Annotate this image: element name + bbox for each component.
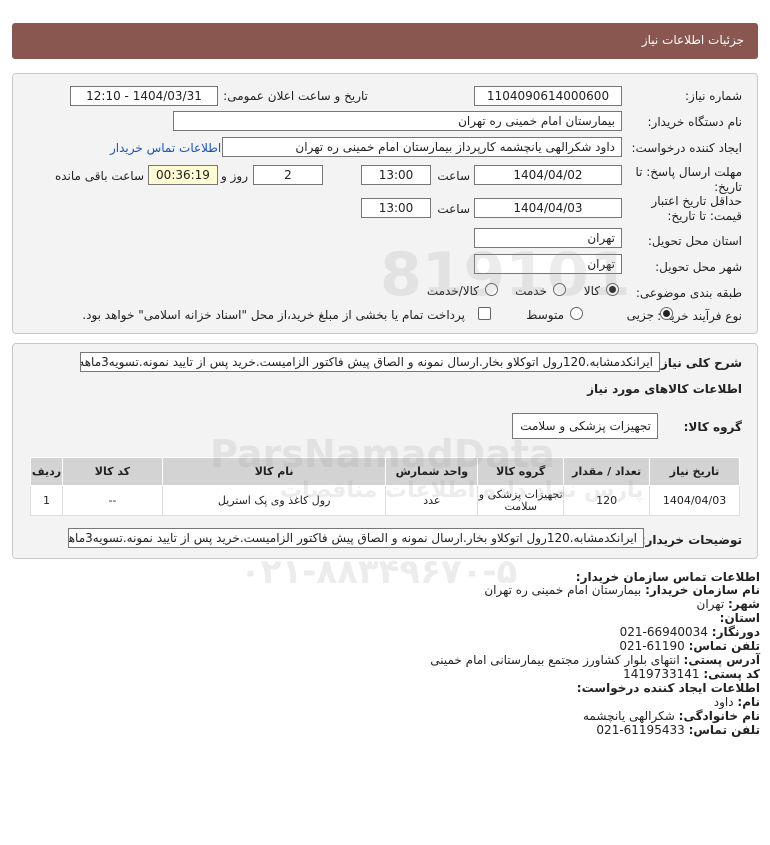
creator-family: نام خانوادگی: شکرالهی یانچشمه [583,709,760,723]
province-label: استان محل تحویل: [647,234,742,248]
announce-label: تاریخ و ساعت اعلان عمومی: [223,89,368,103]
buyer-label: نام دستگاه خریدار: [647,115,743,129]
buyer-field: بیمارستان امام خمینی ره تهران [173,111,622,131]
category-label: طبقه بندی موضوعی: [635,286,742,300]
deadline-time-field: 13:00 [361,165,431,185]
validity-label-1: حداقل تاریخ اعتبار [651,194,742,208]
deadline-date-field: 1404/04/02 [474,165,622,185]
city-label: شهر محل تحویل: [655,260,742,274]
cell-group: تجهیزات پزشکی و سلامت [477,485,565,516]
goods-panel [12,343,758,559]
category-service-radio[interactable] [553,283,566,296]
description-field: ایرانکدمشابه.120رول اتوکلاو بخار.ارسال ن… [80,352,660,372]
goods-section-title: اطلاعات کالاهای مورد نیاز [587,382,742,396]
category-service-label: خدمت [515,284,547,298]
need-number-field: 1104090614000600 [474,86,622,106]
deadline-label-1: مهلت ارسال پاسخ: تا [635,165,742,179]
deadline-time-label: ساعت [437,169,470,183]
buyer-contact-link[interactable]: اطلاعات تماس خریدار [110,141,221,155]
goods-table: تاریخ نیاز تعداد / مقدار گروه کالا واحد … [29,457,740,516]
contact-address: آدرس پستی: انتهای بلوار کشاورز مجتمع بیم… [430,653,760,667]
col-name: نام کالا [161,457,387,486]
col-unit: واحد شمارش [385,457,479,486]
validity-time-label: ساعت [437,202,470,216]
col-code: کد کالا [62,457,163,486]
validity-date-field: 1404/04/03 [474,198,622,218]
creator-phone: تلفن تماس: 021-61195433 [596,723,760,737]
cell-code: -- [62,485,163,516]
contact-province: استان: [719,611,760,625]
page-header: جزئیات اطلاعات نیاز [12,23,758,59]
cell-unit: عدد [385,485,479,516]
days-label: روز و [221,169,248,183]
deadline-label-2: تاریخ: [714,180,742,194]
process-medium-label: متوسط [526,308,564,322]
category-both-label: کالا/خدمت [426,284,479,298]
contact-org: نام سازمان خریدار: بیمارستان امام خمینی … [484,583,760,597]
contact-postal: کد پستی: 1419733141 [623,667,760,681]
contact-city: شهر: تهران [696,597,760,611]
category-goods-label: کالا [583,284,600,298]
description-label: شرح کلی نیاز: [656,356,742,370]
goods-table-header: تاریخ نیاز تعداد / مقدار گروه کالا واحد … [29,457,740,486]
col-qty: تعداد / مقدار [563,457,651,486]
goods-group-field: تجهیزات پزشکی و سلامت [512,413,658,439]
validity-label-2: قیمت: تا تاریخ: [667,209,742,223]
col-date: تاریخ نیاز [649,457,740,486]
creator-name: نام: داود [713,695,760,709]
cell-date: 1404/04/03 [649,485,740,516]
category-both-radio[interactable] [485,283,498,296]
process-minor-radio[interactable] [660,307,673,320]
contact-phone: تلفن تماس: 021-61190 [619,639,760,653]
page-title: جزئیات اطلاعات نیاز [641,33,744,47]
buyer-notes-label: توضیحات خریدار: [640,533,742,547]
remaining-time-field: 00:36:19 [148,165,218,185]
table-row: 1404/04/03 120 تجهیزات پزشکی و سلامت عدد… [29,485,740,516]
contact-fax: دورنگار: 021-66940034 [619,625,760,639]
requester-label: ایجاد کننده درخواست: [631,141,742,155]
col-group: گروه کالا [477,457,565,486]
col-row: ردیف [29,457,64,486]
buyer-notes-field: ایرانکدمشابه.120رول اتوکلاو بخار.ارسال ن… [68,528,644,548]
days-field: 2 [253,165,323,185]
cell-qty: 120 [563,485,651,516]
goods-group-label: گروه کالا: [683,420,742,434]
process-medium-radio[interactable] [570,307,583,320]
need-number-label: شماره نیاز: [685,89,742,103]
announce-field: 1404/03/31 - 12:10 [70,86,218,106]
category-goods-radio[interactable] [606,283,619,296]
validity-time-field: 13:00 [361,198,431,218]
city-field: تهران [474,254,622,274]
creator-title: اطلاعات ایجاد کننده درخواست: [576,681,760,695]
process-minor-label: جزیی [626,308,654,322]
cell-name: رول کاغذ وی پک استریل [161,485,387,516]
province-field: تهران [474,228,622,248]
treasury-payment-checkbox[interactable] [478,307,491,320]
remaining-label: ساعت باقی مانده [54,169,144,183]
cell-row: 1 [29,485,64,516]
treasury-payment-note: پرداخت تمام یا بخشی از مبلغ خرید،از محل … [82,308,465,322]
contact-title: اطلاعات تماس سازمان خریدار: [575,570,760,584]
requester-field: داود شکرالهی یانچشمه کارپرداز بیمارستان … [222,137,622,157]
